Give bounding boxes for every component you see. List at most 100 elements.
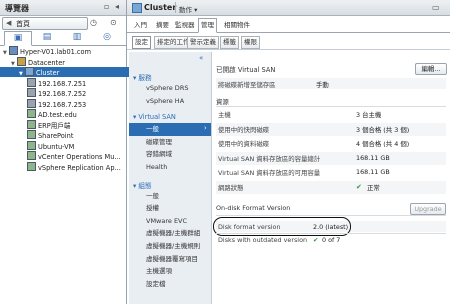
- sidenav-item[interactable]: VMware EVC: [129, 215, 211, 228]
- sidenav-item[interactable]: Health: [129, 161, 211, 174]
- tree-item-label: AD.test.edu: [38, 111, 77, 119]
- sidenav-item[interactable]: 虛擬機器/主機群組: [129, 227, 211, 240]
- sidenav-section-title[interactable]: ▾ 服務: [133, 72, 152, 82]
- outdated-disks-value: 0 of 7: [322, 236, 341, 244]
- cluster-icon: [25, 67, 34, 76]
- vm-icon: [27, 140, 36, 150]
- tree-item-label: vSphere Replication Ap...: [38, 163, 121, 172]
- sub-tab[interactable]: 權限: [241, 36, 260, 49]
- datacenter-icon: [17, 56, 26, 66]
- tab-hosts-clusters[interactable]: ▣: [4, 31, 32, 46]
- vm-icon: ▤: [42, 32, 52, 42]
- vsan-status-title: 已開啟 Virtual SAN: [216, 66, 276, 74]
- sidenav-item[interactable]: 虛擬機器/主機規則: [129, 240, 211, 253]
- edit-button[interactable]: 編輯...: [415, 63, 447, 75]
- actions-menu[interactable]: 動作 ▾: [179, 4, 197, 14]
- tree-item-label: Ubuntu-VM: [38, 142, 75, 151]
- vm-icon: [27, 130, 36, 139]
- sub-tab[interactable]: 警示定義: [187, 36, 219, 49]
- host-icon: [27, 88, 36, 97]
- check-icon: ✔: [356, 182, 362, 191]
- tab-network[interactable]: ◎: [94, 31, 120, 44]
- vcenter-icon: [9, 46, 18, 55]
- sidenav-section-title[interactable]: ▾ 組態: [133, 180, 152, 190]
- sidenav-section-title[interactable]: ▾ Virtual SAN: [133, 113, 176, 121]
- sidenav-item[interactable]: 虛擬機器覆寫項目: [129, 253, 211, 266]
- main-tab[interactable]: 監視器: [173, 19, 197, 31]
- main-tabs: 入門 摘要 監視器 管理 相關物件: [127, 17, 450, 33]
- pin-view-icon[interactable]: ⊙: [110, 18, 117, 27]
- check-icon: ✔: [313, 236, 319, 244]
- sidenav-item[interactable]: vSphere HA: [129, 95, 211, 108]
- sub-tabs: 設定 排定的工作 警示定義 標籤 權限: [127, 33, 450, 50]
- collapse-icon[interactable]: «: [199, 54, 203, 62]
- sidenav-item[interactable]: 主機選項: [129, 265, 211, 278]
- object-title: Cluster: [144, 3, 177, 12]
- resource-label: 使用中的資料磁碟: [218, 140, 270, 148]
- resource-value: 3 台主機: [356, 111, 382, 119]
- sidenav-item[interactable]: 一般: [129, 190, 211, 203]
- tab-vms[interactable]: ▤: [34, 31, 60, 44]
- main-tab[interactable]: 摘要: [154, 19, 171, 31]
- host-icon: [27, 77, 36, 87]
- hosts-icon: ▣: [13, 33, 23, 43]
- sub-tab[interactable]: 設定: [132, 36, 151, 49]
- sidenav-section-label: 服務: [138, 74, 152, 82]
- tree-item[interactable]: ▼ Hyper-V01.lab01.com: [0, 46, 129, 56]
- sidenav-item[interactable]: 磁碟管理: [129, 136, 211, 149]
- tree-item-label: 192.168.7.251: [38, 79, 87, 88]
- selected-arrow-icon: ›: [204, 124, 207, 133]
- tree-item-label: vCenter Operations Mu...: [38, 153, 121, 161]
- history-icon[interactable]: ◷: [90, 18, 97, 27]
- maximize-icon[interactable]: ▭: [432, 3, 440, 12]
- tab-storage[interactable]: ▥: [64, 31, 90, 44]
- resource-label: 使用中的快閃磁碟: [218, 125, 270, 134]
- tree-item[interactable]: ▼ Datacenter: [0, 56, 137, 67]
- sidenav-item[interactable]: vSphere DRS: [129, 82, 211, 95]
- main-tab[interactable]: 相關物件: [222, 19, 252, 31]
- resources-title: 資源: [216, 98, 229, 106]
- object-header: Cluster 動作 ▾ ▭: [127, 0, 450, 16]
- home-back-button[interactable]: ◀ 首頁: [2, 17, 88, 30]
- tree-item-label: 192.168.7.253: [38, 100, 87, 109]
- resource-label: Virtual SAN 資料存放區的可用容量: [218, 169, 321, 177]
- tree-item-label: ERP用戶端: [38, 121, 71, 130]
- resource-value: 正常: [367, 183, 380, 192]
- tree-item-label: Cluster: [36, 69, 60, 77]
- pin-icon[interactable]: ▫: [104, 3, 112, 11]
- sidenav-item[interactable]: 容錯網域: [129, 148, 211, 161]
- divider: [175, 2, 176, 13]
- home-back-label: 首頁: [16, 20, 30, 28]
- divider: [216, 106, 446, 107]
- navigator-titlebar: 導覽器 ▫ ◂: [0, 0, 126, 16]
- storage-icon: ▥: [72, 32, 82, 42]
- vm-icon: [27, 119, 36, 129]
- tree-item-label: 192.168.7.252: [38, 90, 87, 98]
- tree-item[interactable]: ▼ Cluster: [0, 67, 145, 77]
- resource-value: 3 個合格 (共 3 個): [356, 125, 410, 134]
- sidenav-item[interactable]: 授權: [129, 202, 211, 215]
- main-tab[interactable]: 入門: [132, 19, 149, 31]
- sidenav-item[interactable]: 一般: [129, 123, 211, 137]
- upgrade-button[interactable]: Upgrade: [410, 203, 446, 215]
- main-tab[interactable]: 管理: [198, 18, 217, 33]
- row-bg: [216, 180, 446, 194]
- vm-icon: [27, 151, 36, 160]
- sidenav-section-label: 組態: [138, 181, 152, 190]
- format-section-title: On-disk Format Version: [216, 204, 291, 212]
- vsan-general-content: 已開啟 Virtual SAN 編輯... 將磁碟新增至儲存區 手動 資源 主機…: [212, 52, 450, 304]
- divider: [216, 215, 446, 216]
- vm-icon: [27, 161, 36, 171]
- sidenav-item[interactable]: 設定檔: [129, 278, 211, 291]
- divider: [216, 233, 446, 234]
- minimize-icon[interactable]: ◂: [115, 3, 123, 11]
- add-disks-label: 將磁碟新增至儲存區: [218, 81, 276, 89]
- tree-item-label: SharePoint: [38, 132, 74, 140]
- navigator-panel: 導覽器 ▫ ◂ ◀ 首頁 ◷ ⊙ ▣ ▤ ▥ ◎ ▼ Hyper-V01.lab0…: [0, 0, 145, 304]
- resource-value: 168.11 GB: [356, 153, 390, 162]
- sub-tab[interactable]: 標籤: [220, 36, 239, 49]
- network-icon: ◎: [103, 32, 111, 42]
- resource-value: 4 個合格 (共 4 個): [356, 140, 410, 148]
- settings-sidenav: « ▾ 服務 vSphere DRS vSphere HA ▾ Virtual SAN…: [129, 52, 212, 304]
- tree-item-label: Hyper-V01.lab01.com: [20, 48, 92, 56]
